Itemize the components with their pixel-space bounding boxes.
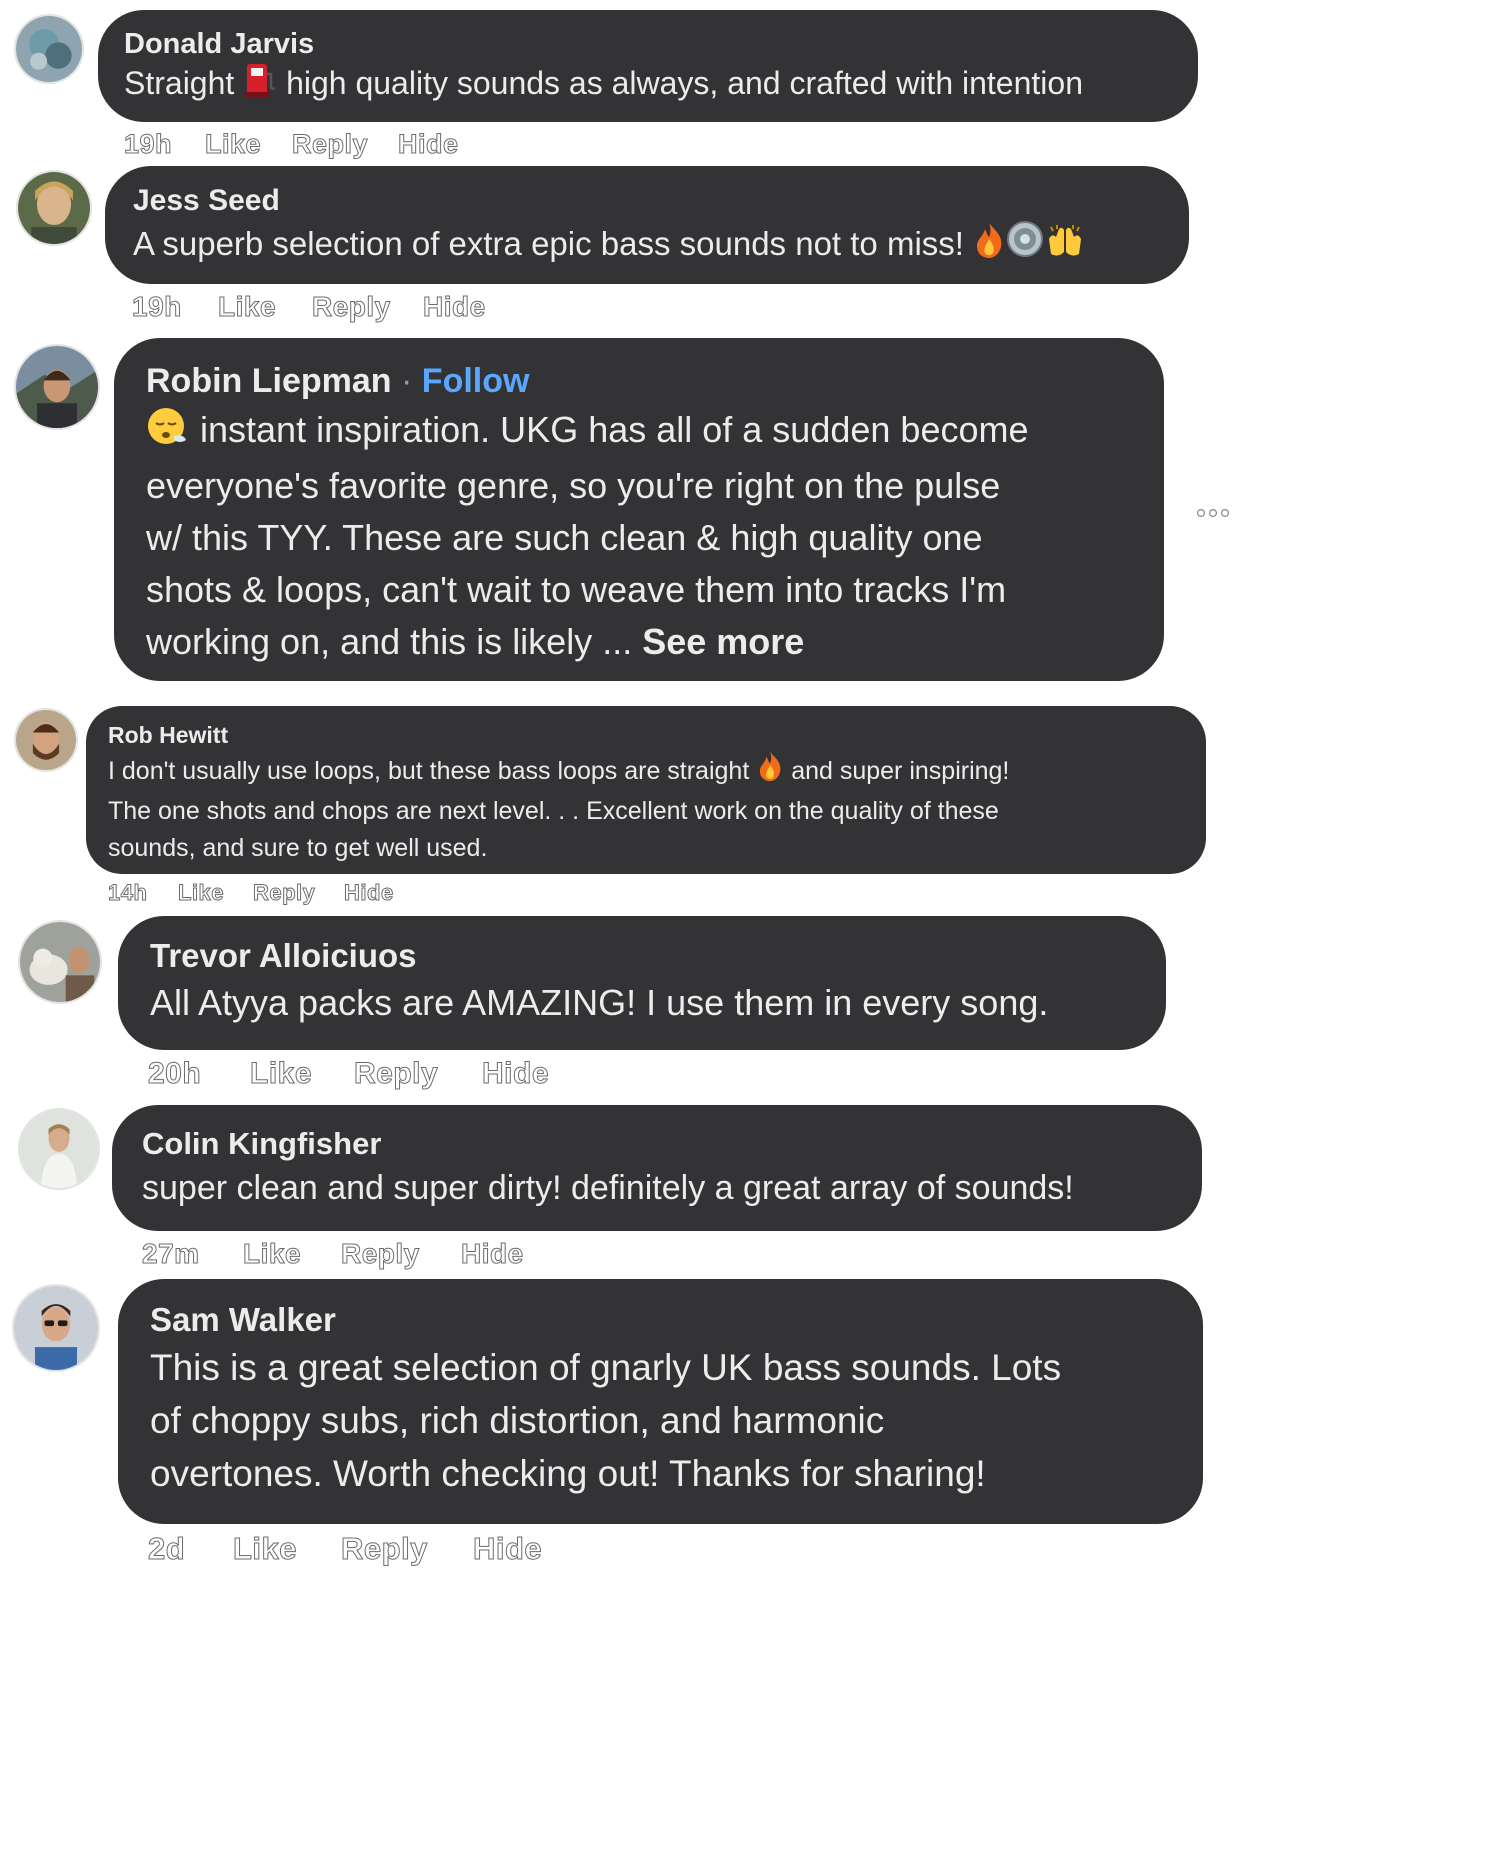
hide-button[interactable]: Hide — [344, 880, 394, 906]
hide-button[interactable]: Hide — [461, 1238, 524, 1270]
follow-button[interactable]: Follow — [422, 362, 530, 400]
reply-button[interactable]: Reply — [353, 1057, 438, 1091]
comment-actions: 14h Like Reply Hide — [107, 880, 448, 908]
like-button[interactable]: Like — [177, 880, 224, 906]
comment-text: All Atyya packs are AMAZING! I use them … — [150, 982, 1049, 1023]
comment-author[interactable]: Robin Liepman — [146, 362, 392, 400]
avatar[interactable] — [14, 344, 100, 430]
like-button[interactable]: Like — [232, 1531, 297, 1567]
avatar-photo — [18, 172, 90, 244]
timestamp[interactable]: 27m — [142, 1238, 200, 1270]
comment-text: A superb selection of extra epic bass so… — [133, 218, 1161, 274]
hide-button[interactable]: Hide — [423, 291, 486, 323]
speaker-emoji-icon — [1005, 219, 1045, 274]
comment-bubble: Trevor Alloiciuos All Atyya packs are AM… — [118, 916, 1166, 1050]
avatar[interactable] — [14, 14, 84, 84]
timestamp[interactable]: 2d — [147, 1531, 185, 1567]
more-options-icon[interactable] — [1196, 505, 1232, 518]
comment-author[interactable]: Sam Walker — [150, 1299, 1171, 1341]
like-button[interactable]: Like — [217, 291, 276, 323]
like-button[interactable]: Like — [249, 1057, 312, 1091]
timestamp[interactable]: 20h — [147, 1057, 201, 1091]
comment-bubble: Donald Jarvis Straight high quality soun… — [98, 10, 1198, 122]
comment-actions: 2d Like Reply Hide — [147, 1531, 578, 1569]
avatar-photo — [14, 1286, 98, 1370]
reply-button[interactable]: Reply — [291, 129, 368, 160]
reply-button[interactable]: Reply — [312, 291, 391, 323]
hide-button[interactable]: Hide — [481, 1057, 549, 1091]
comment-bubble: Jess Seed A superb selection of extra ep… — [105, 166, 1189, 284]
reply-button[interactable]: Reply — [341, 1531, 428, 1567]
avatar[interactable] — [14, 708, 78, 772]
comment-text: instant inspiration. UKG has all of a su… — [146, 404, 1132, 668]
fuel-pump-emoji-icon — [243, 62, 277, 110]
comment-bubble: Rob Hewitt I don't usually use loops, bu… — [86, 706, 1206, 874]
reply-button[interactable]: Reply — [341, 1238, 420, 1270]
comment-bubble: Robin Liepman · Follow instant inspirati… — [114, 338, 1164, 681]
comment-actions: 20h Like Reply Hide — [147, 1057, 578, 1093]
hide-button[interactable]: Hide — [398, 129, 459, 160]
avatar-photo — [16, 346, 98, 428]
timestamp[interactable]: 14h — [107, 880, 147, 906]
timestamp[interactable]: 19h — [123, 129, 172, 160]
avatar[interactable] — [12, 1284, 100, 1372]
comment-bubble: Sam Walker This is a great selection of … — [118, 1279, 1203, 1524]
reply-button[interactable]: Reply — [252, 880, 315, 906]
face-exhaling-emoji-icon — [146, 406, 190, 460]
comment-text: I don't usually use loops, but these bas… — [108, 750, 1184, 867]
comment-author[interactable]: Donald Jarvis — [124, 28, 1172, 60]
avatar-photo — [20, 1110, 98, 1188]
avatar[interactable] — [18, 920, 102, 1004]
comment-text: Straight high quality sounds as always, … — [124, 60, 1172, 110]
avatar[interactable] — [16, 170, 92, 246]
avatar-photo — [16, 710, 76, 770]
comment-actions: 27m Like Reply Hide — [142, 1238, 562, 1272]
comment-author[interactable]: Colin Kingfisher — [142, 1125, 1172, 1163]
avatar[interactable] — [18, 1108, 100, 1190]
fire-emoji-icon — [756, 750, 784, 793]
timestamp[interactable]: 19h — [132, 291, 182, 323]
comment-text: This is a great selection of gnarly UK b… — [150, 1347, 1062, 1494]
comment-author[interactable]: Trevor Alloiciuos — [150, 936, 1134, 976]
see-more-link[interactable]: See more — [642, 621, 804, 662]
hide-button[interactable]: Hide — [472, 1531, 542, 1567]
comment-author[interactable]: Jess Seed — [133, 184, 1161, 218]
comment-author-row: Robin Liepman · Follow — [146, 360, 1132, 402]
fire-emoji-icon — [973, 221, 1005, 274]
comment-actions: 19h Like Reply Hide — [123, 129, 524, 161]
avatar-photo — [20, 922, 100, 1002]
avatar-photo — [16, 16, 82, 82]
comment-text: super clean and super dirty! definitely … — [142, 1169, 1074, 1207]
like-button[interactable]: Like — [204, 129, 261, 160]
comment-bubble: Colin Kingfisher super clean and super d… — [112, 1105, 1202, 1231]
raised-hands-emoji-icon — [1045, 222, 1085, 274]
separator-dot: · — [401, 362, 413, 400]
like-button[interactable]: Like — [242, 1238, 301, 1270]
comment-actions: 19h Like Reply Hide — [132, 291, 532, 325]
comment-author[interactable]: Rob Hewitt — [108, 720, 1184, 750]
